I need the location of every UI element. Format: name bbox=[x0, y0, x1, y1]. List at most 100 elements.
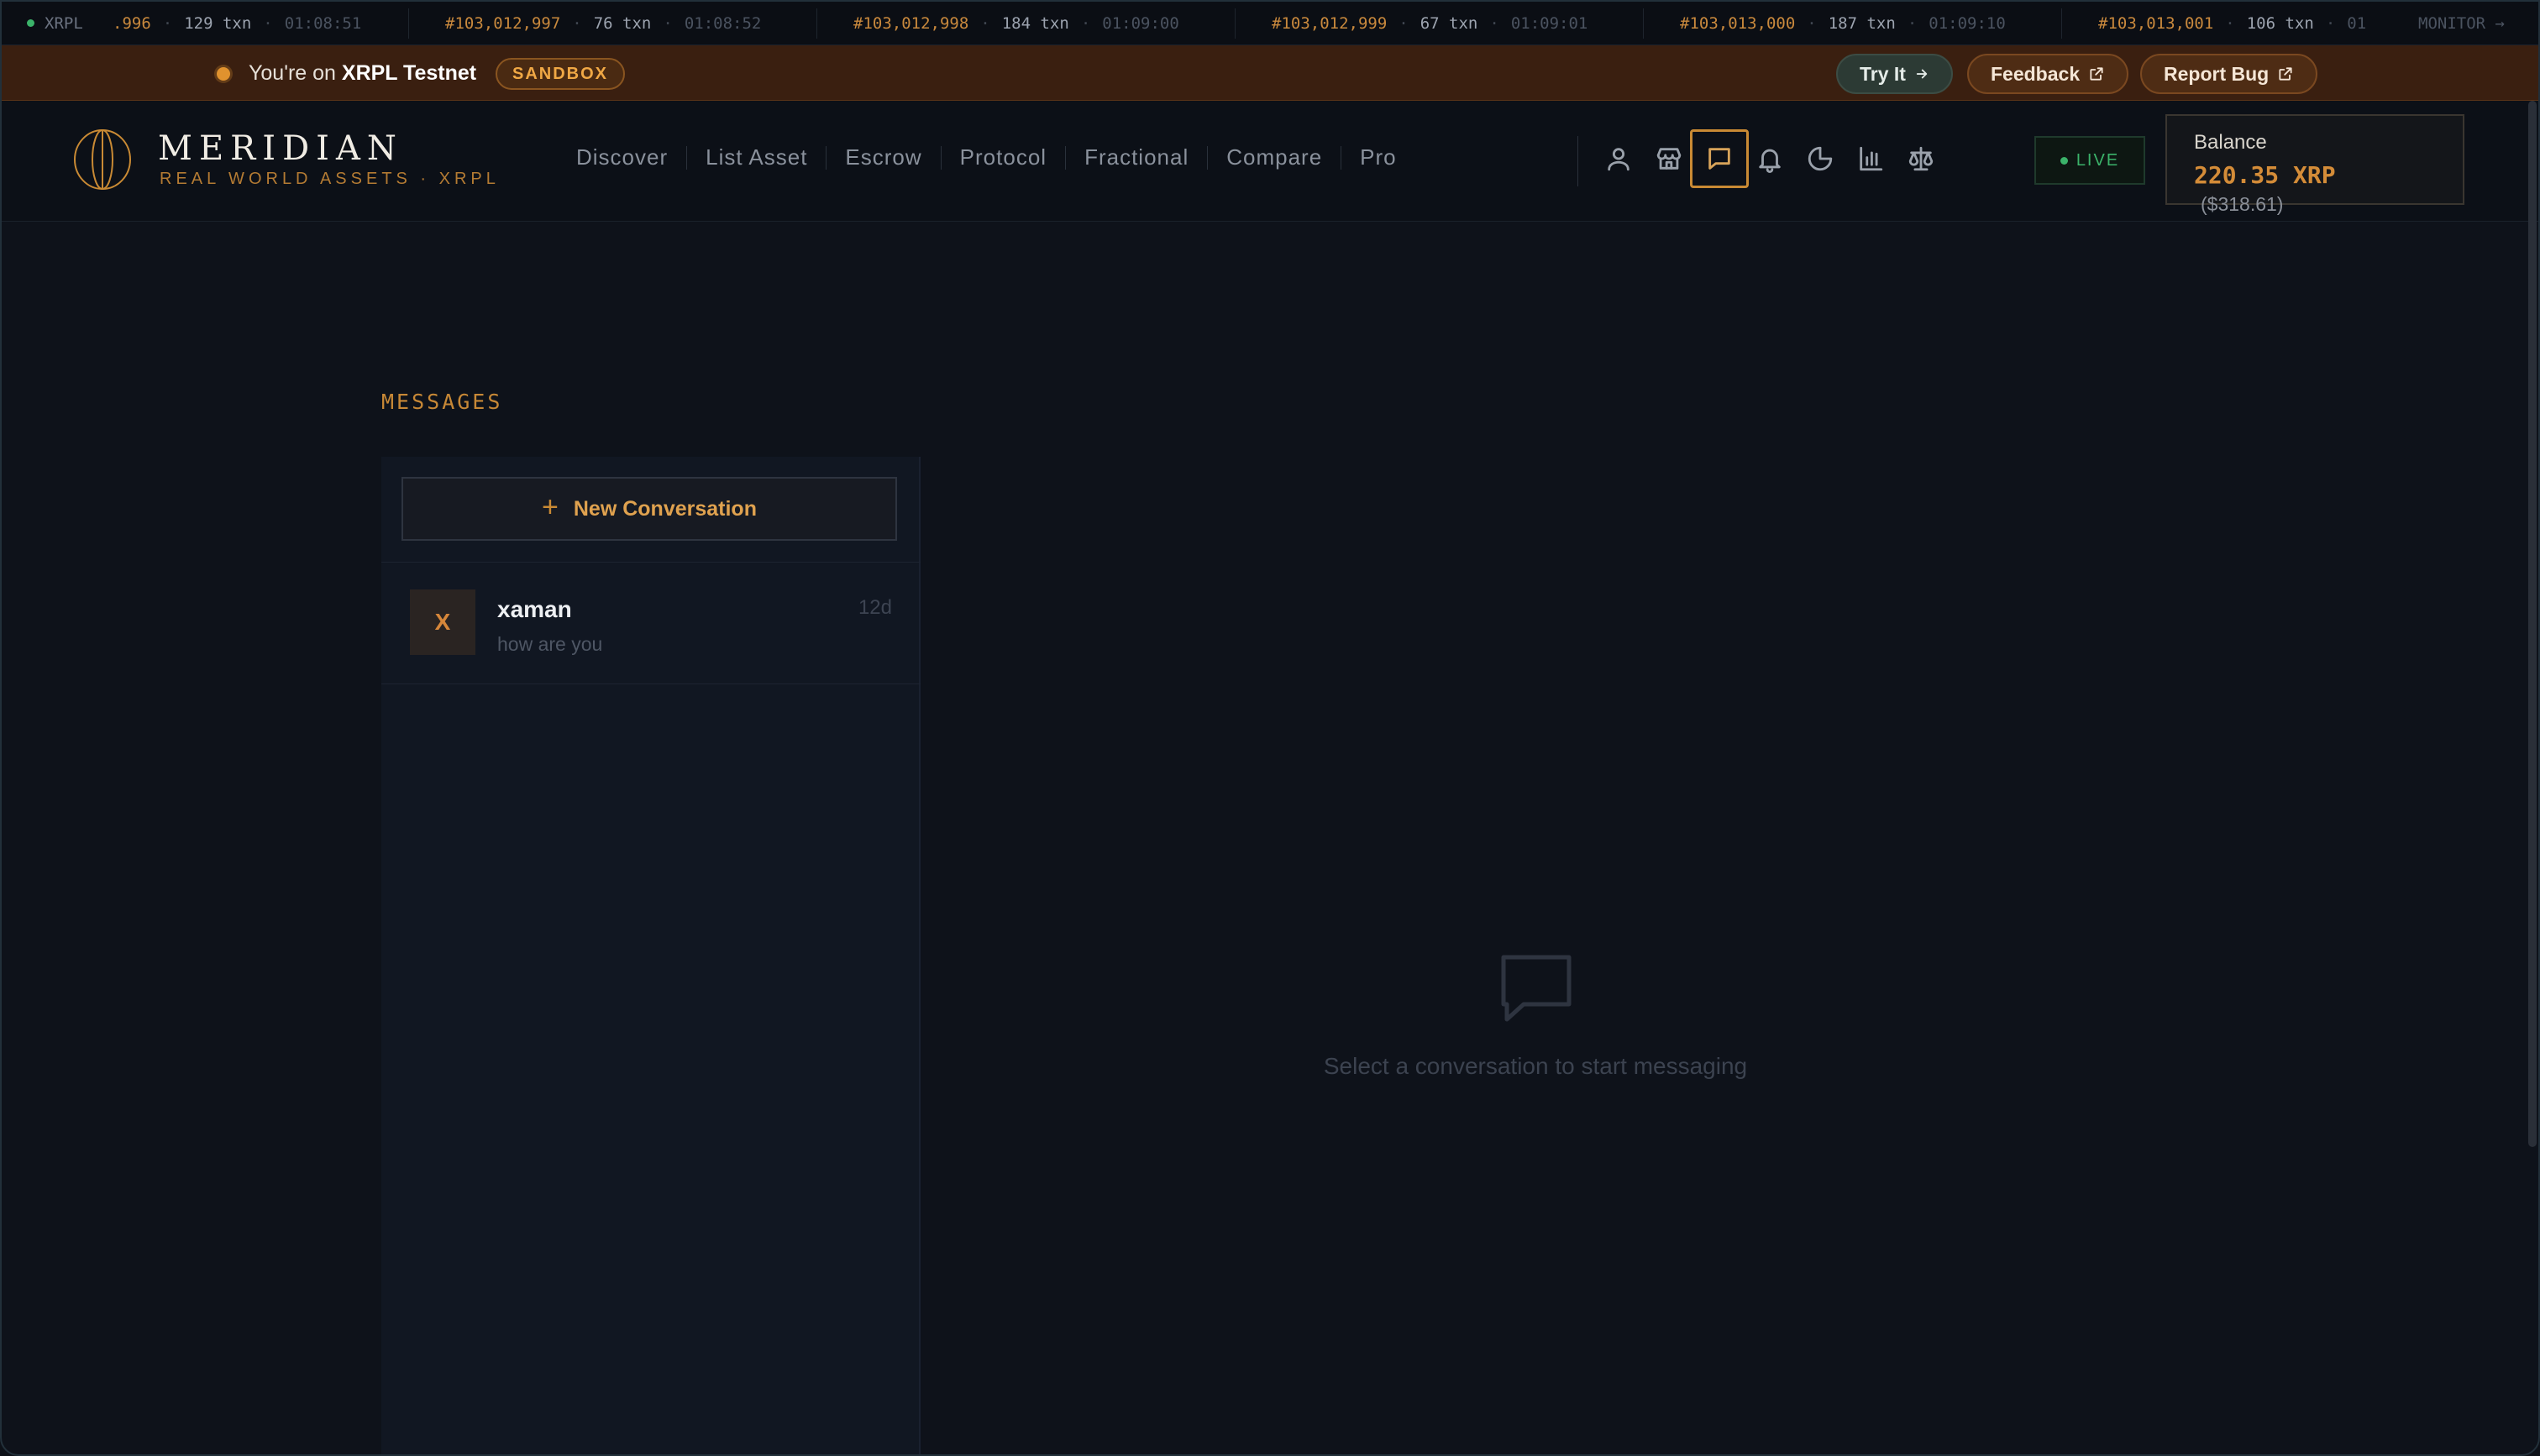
top-navbar: MERIDIAN REAL WORLD ASSETS · XRPL Discov… bbox=[2, 101, 2538, 222]
ticker-divider bbox=[816, 8, 817, 39]
ticker-ledger: #103,012,998 bbox=[853, 14, 969, 33]
network-name: XRPL Testnet bbox=[341, 61, 477, 85]
ticker-network: XRPL bbox=[45, 13, 83, 33]
divider bbox=[381, 683, 921, 684]
sandbox-badge: SANDBOX bbox=[496, 58, 626, 90]
ticker-item: #103,012,999 · 67 txn · 01:09:01 bbox=[1272, 2, 1588, 45]
ticker-dot: · bbox=[1080, 14, 1091, 33]
ticker-dot: · bbox=[1489, 14, 1499, 33]
ticker-dot: · bbox=[1907, 14, 1918, 33]
ticker-divider bbox=[2061, 8, 2062, 39]
nav-pro[interactable]: Pro bbox=[1341, 144, 1414, 170]
ticker-dot: · bbox=[162, 14, 173, 33]
ticker-ledger: .996 bbox=[113, 14, 151, 33]
ticker-txn: 106 txn bbox=[2246, 14, 2314, 33]
try-it-label: Try It bbox=[1860, 62, 1906, 85]
ticker-txn: 76 txn bbox=[593, 14, 652, 33]
balance-amount: 220.35 XRP bbox=[2194, 161, 2336, 189]
balance-label: Balance bbox=[2194, 131, 2267, 154]
storefront-icon bbox=[1656, 148, 1682, 170]
network-notice-prefix: You're on bbox=[249, 61, 342, 85]
marketplace-button[interactable] bbox=[1643, 131, 1695, 186]
pie-chart-icon bbox=[1808, 146, 1833, 171]
balance-amount-row: 220.35 XRP ($318.61) bbox=[2194, 161, 2436, 217]
ticker-ledger: #103,013,001 bbox=[2098, 14, 2214, 33]
page-title: MESSAGES bbox=[381, 390, 503, 414]
meridian-logo-icon[interactable] bbox=[72, 128, 133, 191]
app-window: XRPL .996 · 129 txn · 01:08:51 #103,012,99… bbox=[0, 0, 2540, 1456]
ticker-txn: 187 txn bbox=[1828, 14, 1896, 33]
message-icon bbox=[1708, 148, 1730, 170]
new-conversation-button[interactable]: + New Conversation bbox=[401, 477, 897, 541]
plus-icon: + bbox=[542, 490, 559, 523]
nav-list-asset[interactable]: List Asset bbox=[687, 144, 826, 170]
user-icon bbox=[1608, 148, 1629, 171]
ticker-txn: 129 txn bbox=[184, 14, 252, 33]
ticker-item: #103,013,001 · 106 txn · 01 bbox=[2098, 2, 2366, 45]
brand-subtitle: REAL WORLD ASSETS · XRPL bbox=[160, 170, 500, 188]
network-notice: You're on XRPL Testnet bbox=[249, 61, 476, 86]
monitor-link[interactable]: MONITOR → bbox=[2398, 2, 2505, 45]
analytics-button[interactable] bbox=[1845, 131, 1897, 186]
ticker-ledger: #103,013,000 bbox=[1680, 14, 1796, 33]
brand-name[interactable]: MERIDIAN bbox=[158, 129, 403, 168]
ticker-dot: · bbox=[1399, 14, 1409, 33]
avatar: X bbox=[410, 589, 475, 655]
ticker-divider bbox=[408, 8, 409, 39]
nav-discover[interactable]: Discover bbox=[558, 144, 686, 170]
messages-button[interactable] bbox=[1690, 129, 1749, 188]
feedback-label: Feedback bbox=[1991, 62, 2081, 85]
new-conversation-label: New Conversation bbox=[573, 496, 757, 521]
try-it-button[interactable]: Try It bbox=[1836, 54, 1953, 94]
ticker-dot: · bbox=[572, 14, 582, 33]
ticker-divider bbox=[1643, 8, 1644, 39]
ticker-time: 01:09:00 bbox=[1102, 14, 1179, 33]
report-bug-label: Report Bug bbox=[2164, 62, 2270, 85]
balance-panel[interactable]: Balance 220.35 XRP ($318.61) bbox=[2165, 114, 2464, 215]
live-label: LIVE bbox=[2076, 150, 2120, 170]
ticker-dot: · bbox=[263, 14, 273, 33]
portfolio-button[interactable] bbox=[1794, 131, 1846, 186]
report-bug-button[interactable]: Report Bug bbox=[2140, 54, 2318, 94]
feedback-button[interactable]: Feedback bbox=[1967, 54, 2129, 94]
ticker-dot: · bbox=[2325, 14, 2336, 33]
network-status-dot bbox=[27, 19, 34, 27]
live-dot bbox=[2060, 156, 2068, 165]
governance-button[interactable] bbox=[1895, 131, 1947, 186]
page-scrollbar[interactable] bbox=[2528, 101, 2537, 1147]
conversation-preview: how are you bbox=[497, 633, 603, 655]
ticker-item: #103,012,997 · 76 txn · 01:08:52 bbox=[445, 2, 761, 45]
bell-icon bbox=[1759, 149, 1781, 173]
icon-divider bbox=[1577, 136, 1578, 186]
ticker-item: .996 · 129 txn · 01:08:51 bbox=[113, 2, 361, 45]
nav-compare[interactable]: Compare bbox=[1208, 144, 1341, 170]
bar-chart-icon bbox=[1860, 146, 1883, 171]
ticker-dot: · bbox=[1807, 14, 1817, 33]
nav-fractional[interactable]: Fractional bbox=[1066, 144, 1207, 170]
external-link-icon bbox=[2090, 67, 2103, 81]
sandbox-banner: You're on XRPL Testnet SANDBOX Try It Fe… bbox=[2, 45, 2538, 101]
sandbox-status-dot bbox=[217, 67, 230, 81]
conversation-age: 12d bbox=[858, 596, 892, 619]
nav-escrow[interactable]: Escrow bbox=[827, 144, 940, 170]
arrow-right-icon bbox=[1916, 69, 1928, 79]
ticker-txn: 184 txn bbox=[1001, 14, 1069, 33]
notifications-button[interactable] bbox=[1744, 131, 1796, 186]
ticker-item: #103,013,000 · 187 txn · 01:09:10 bbox=[1680, 2, 2006, 45]
conversation-item[interactable]: X xaman how are you 12d bbox=[381, 563, 921, 683]
profile-button[interactable] bbox=[1593, 131, 1645, 186]
balance-usd: ($318.61) bbox=[2201, 193, 2284, 215]
main-nav: Discover List Asset Escrow Protocol Frac… bbox=[558, 144, 1415, 170]
scales-icon bbox=[1908, 146, 1934, 171]
ticker-time: 01:09:01 bbox=[1510, 14, 1588, 33]
ticker-time: 01 bbox=[2347, 14, 2367, 33]
ticker-dot: · bbox=[663, 14, 673, 33]
empty-message-icon bbox=[1501, 955, 1572, 1022]
empty-state-text: Select a conversation to start messaging bbox=[1323, 1053, 1748, 1079]
conversation-name: xaman bbox=[497, 596, 572, 622]
ticker-ledger: #103,012,999 bbox=[1272, 14, 1388, 33]
ticker-divider bbox=[1235, 8, 1236, 39]
ticker-item: #103,012,998 · 184 txn · 01:09:00 bbox=[853, 2, 1179, 45]
nav-protocol[interactable]: Protocol bbox=[942, 144, 1065, 170]
ticker-time: 01:08:51 bbox=[284, 14, 362, 33]
